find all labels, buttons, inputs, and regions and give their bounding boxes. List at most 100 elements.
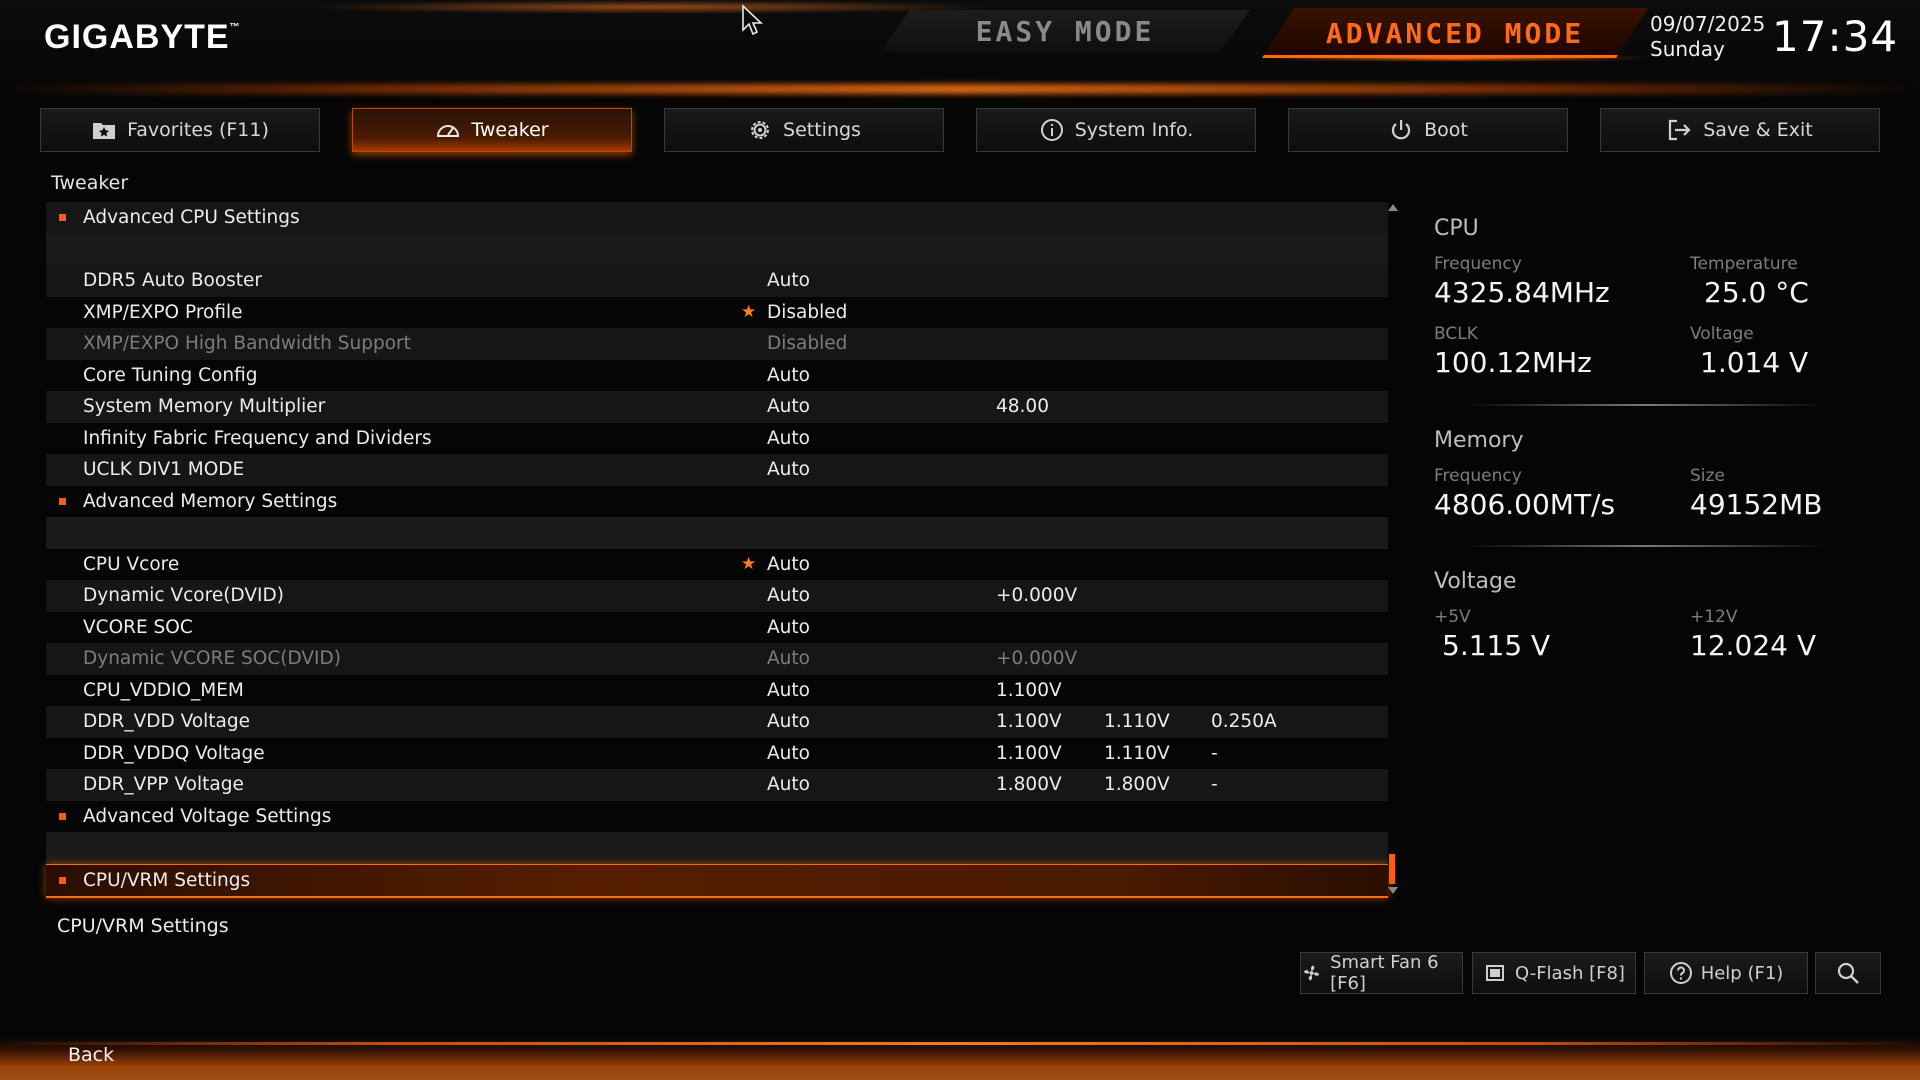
tab-tweaker[interactable]: Tweaker bbox=[352, 108, 632, 152]
memory-size-value: 49152MB bbox=[1690, 488, 1823, 521]
setting-readout: +0.000V bbox=[996, 648, 1078, 670]
setting-row: Dynamic VCORE SOC(DVID) Auto +0.000V bbox=[46, 643, 1388, 675]
setting-row[interactable]: System Memory Multiplier Auto 48.00 bbox=[46, 391, 1388, 423]
trademark-mark: ™ bbox=[229, 22, 241, 33]
setting-readout: 1.100V bbox=[996, 742, 1062, 764]
back-button[interactable]: Back bbox=[68, 1044, 114, 1066]
tab-save-exit[interactable]: Save & Exit bbox=[1600, 108, 1880, 152]
setting-name: Core Tuning Config bbox=[83, 364, 258, 386]
tab-system-info[interactable]: System Info. bbox=[976, 108, 1256, 152]
setting-name: Infinity Fabric Frequency and Dividers bbox=[83, 427, 432, 449]
plus12v-value: 12.024 V bbox=[1690, 629, 1817, 662]
scroll-down-arrow-icon[interactable] bbox=[1388, 887, 1398, 894]
setting-row[interactable]: DDR_VDD Voltage Auto 1.100V 1.110V 0.250A bbox=[46, 706, 1388, 738]
item-help-text: CPU/VRM Settings bbox=[57, 915, 229, 937]
brand-logo-text: GIGABYTE bbox=[44, 18, 230, 56]
scrollbar[interactable] bbox=[1388, 204, 1398, 894]
cpu-voltage-value: 1.014 V bbox=[1700, 346, 1809, 379]
tab-favorites-label: Favorites (F11) bbox=[127, 119, 269, 141]
setting-row[interactable]: DDR5 Auto Booster Auto bbox=[46, 265, 1388, 297]
setting-row: XMP/EXPO High Bandwidth Support Disabled bbox=[46, 328, 1388, 360]
setting-row[interactable]: XMP/EXPO Profile ★ Disabled bbox=[46, 297, 1388, 329]
setting-readout: - bbox=[1211, 774, 1218, 796]
bclk-value: 100.12MHz bbox=[1434, 346, 1592, 379]
setting-row[interactable]: Dynamic Vcore(DVID) Auto +0.000V bbox=[46, 580, 1388, 612]
submenu-bullet-icon bbox=[59, 497, 66, 505]
tab-settings[interactable]: Settings bbox=[664, 108, 944, 152]
advanced-mode-button[interactable]: ADVANCED MODE bbox=[1262, 8, 1648, 58]
cpu-frequency-label: Frequency bbox=[1434, 254, 1522, 274]
setting-value: Auto bbox=[767, 679, 810, 701]
plus12v-label: +12V bbox=[1690, 607, 1738, 627]
q-flash-button[interactable]: Q-Flash [F8] bbox=[1472, 952, 1636, 994]
setting-name: VCORE SOC bbox=[83, 616, 193, 638]
easy-mode-button[interactable]: EASY MODE bbox=[880, 10, 1250, 52]
cpu-info-panel: CPU Frequency 4325.84MHz Temperature 25.… bbox=[1434, 216, 1854, 396]
search-button[interactable] bbox=[1815, 952, 1881, 994]
cpu-temperature-value: 25.0 °C bbox=[1704, 276, 1809, 309]
list-spacer bbox=[46, 233, 1388, 265]
setting-row[interactable]: Infinity Fabric Frequency and Dividers Au… bbox=[46, 423, 1388, 455]
setting-name: UCLK DIV1 MODE bbox=[83, 459, 245, 481]
setting-row[interactable]: Core Tuning Config Auto bbox=[46, 360, 1388, 392]
tab-boot[interactable]: Boot bbox=[1288, 108, 1568, 152]
setting-readout: 48.00 bbox=[996, 396, 1049, 418]
exit-icon bbox=[1669, 119, 1691, 141]
setting-row[interactable]: DDR_VPP Voltage Auto 1.800V 1.800V - bbox=[46, 769, 1388, 801]
setting-readout: +0.000V bbox=[996, 585, 1078, 607]
submenu-item[interactable]: Advanced Voltage Settings bbox=[46, 801, 1388, 833]
setting-row[interactable]: DDR_VDDQ Voltage Auto 1.100V 1.110V - bbox=[46, 738, 1388, 770]
footer-divider-glow bbox=[0, 1042, 1920, 1045]
header-glow bbox=[300, 0, 1000, 14]
brand-logo: GIGABYTE™ bbox=[44, 18, 241, 57]
setting-name: DDR5 Auto Booster bbox=[83, 270, 263, 292]
smart-fan-button[interactable]: Smart Fan 6 [F6] bbox=[1300, 952, 1463, 994]
setting-value: Auto bbox=[767, 553, 810, 575]
tab-save-exit-label: Save & Exit bbox=[1703, 119, 1813, 141]
setting-name: DDR_VDDQ Voltage bbox=[83, 742, 265, 764]
setting-name: CPU Vcore bbox=[83, 553, 180, 575]
help-icon bbox=[1669, 962, 1692, 984]
setting-row[interactable]: CPU_VDDIO_MEM Auto 1.100V bbox=[46, 675, 1388, 707]
main-tabs: Favorites (F11) Tweaker Settings System … bbox=[40, 108, 1881, 154]
tab-tweaker-label: Tweaker bbox=[471, 119, 549, 141]
setting-value: Auto bbox=[767, 648, 810, 670]
setting-readout: 1.100V bbox=[996, 679, 1062, 701]
list-spacer bbox=[46, 517, 1388, 549]
help-button[interactable]: Help (F1) bbox=[1644, 952, 1808, 994]
setting-row[interactable]: CPU Vcore ★ Auto bbox=[46, 549, 1388, 581]
speedometer-icon bbox=[437, 125, 460, 137]
setting-value: Auto bbox=[767, 364, 810, 386]
tab-favorites[interactable]: Favorites (F11) bbox=[40, 108, 320, 152]
setting-name: Dynamic VCORE SOC(DVID) bbox=[83, 648, 341, 670]
date-text: 09/07/2025 bbox=[1650, 12, 1766, 36]
submenu-item[interactable]: Advanced CPU Settings bbox=[46, 202, 1388, 234]
setting-value: Auto bbox=[767, 396, 810, 418]
setting-value: Disabled bbox=[767, 301, 848, 323]
setting-value: Auto bbox=[767, 427, 810, 449]
breadcrumb: Tweaker bbox=[51, 172, 129, 194]
submenu-item[interactable]: Advanced Memory Settings bbox=[46, 486, 1388, 518]
setting-row[interactable]: VCORE SOC Auto bbox=[46, 612, 1388, 644]
memory-frequency-label: Frequency bbox=[1434, 466, 1522, 486]
info-icon bbox=[1040, 119, 1063, 141]
voltage-section-title: Voltage bbox=[1434, 569, 1517, 594]
list-spacer bbox=[46, 832, 1388, 864]
setting-name: Advanced CPU Settings bbox=[83, 207, 300, 229]
scrollbar-thumb[interactable] bbox=[1389, 854, 1395, 884]
setting-name: XMP/EXPO High Bandwidth Support bbox=[83, 333, 411, 355]
setting-readout: 1.800V bbox=[996, 774, 1062, 796]
plus5v-label: +5V bbox=[1434, 607, 1471, 627]
setting-name: System Memory Multiplier bbox=[83, 396, 326, 418]
memory-section-title: Memory bbox=[1434, 428, 1524, 453]
submenu-item[interactable]: CPU/VRM Settings bbox=[46, 863, 1388, 898]
scroll-up-arrow-icon[interactable] bbox=[1388, 204, 1398, 211]
setting-name: CPU_VDDIO_MEM bbox=[83, 679, 244, 701]
setting-row[interactable]: UCLK DIV1 MODE Auto bbox=[46, 454, 1388, 486]
cpu-section-title: CPU bbox=[1434, 216, 1479, 241]
bclk-label: BCLK bbox=[1434, 324, 1478, 344]
search-icon bbox=[1837, 962, 1859, 984]
setting-name: DDR_VDD Voltage bbox=[83, 711, 251, 733]
mouse-cursor-icon bbox=[742, 4, 764, 36]
setting-readout: 1.100V bbox=[996, 711, 1062, 733]
